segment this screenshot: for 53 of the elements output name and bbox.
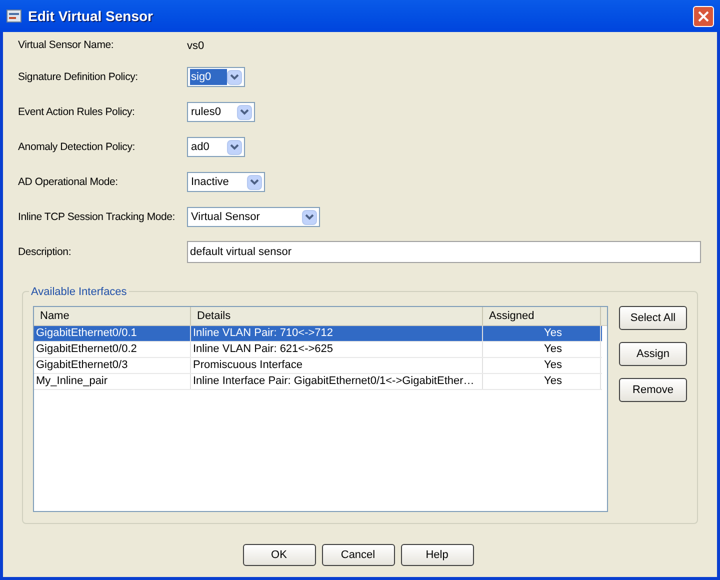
table-cell: Yes — [483, 326, 601, 341]
field-label: Description: — [18, 245, 72, 260]
dropdown[interactable]: ad0 — [187, 137, 245, 157]
dialog-button[interactable]: OK — [242, 544, 316, 566]
dropdown[interactable]: Virtual Sensor — [187, 207, 320, 227]
field-label: Anomaly Detection Policy: — [18, 140, 136, 155]
description-field[interactable]: default virtual sensor — [187, 241, 701, 263]
dropdown-value: Inactive — [190, 174, 230, 190]
dropdown[interactable]: sig0 — [187, 67, 245, 87]
column-header[interactable]: Name — [34, 307, 191, 325]
table-row[interactable]: GigabitEthernet0/0.2 Inline VLAN Pair: 621<->625 Yes — [34, 342, 602, 358]
dialog-button[interactable]: Remove — [619, 378, 687, 402]
dialog-button[interactable]: Help — [400, 544, 474, 566]
dialog-button[interactable]: Cancel — [322, 544, 394, 566]
close-icon — [698, 10, 709, 22]
table-row[interactable]: My_Inline_pair Inline Interface Pair: GigabitEthernet0/1<->GigabitEther… Yes — [34, 374, 602, 390]
table-cell: Yes — [483, 358, 601, 373]
table-cell: Inline VLAN Pair: 710<->712 — [191, 326, 483, 341]
dropdown-value: rules0 — [190, 104, 222, 120]
table-cell: Inline Interface Pair: GigabitEthernet0/1<->GigabitEther… — [191, 374, 483, 389]
app-icon — [6, 8, 22, 24]
field-value: vs0 — [187, 39, 204, 54]
table-cell: GigabitEthernet0/3 — [34, 358, 191, 373]
window-title: Edit Virtual Sensor — [28, 6, 153, 26]
field-label: Inline TCP Session Tracking Mode: — [18, 210, 176, 225]
field-label: AD Operational Mode: — [18, 175, 119, 190]
dropdown-arrow-icon — [227, 70, 242, 84]
dialog-button[interactable]: Assign — [619, 342, 687, 366]
dropdown-value: ad0 — [190, 140, 210, 155]
dropdown-arrow-icon — [302, 210, 317, 224]
table-cell: GigabitEthernet0/0.1 — [34, 326, 191, 341]
dialog-button[interactable]: Select All — [619, 306, 687, 330]
field-label: Signature Definition Policy: — [18, 70, 139, 85]
field-label: Event Action Rules Policy: — [18, 105, 136, 120]
table-cell: Inline VLAN Pair: 621<->625 — [191, 342, 483, 357]
table-cell: Yes — [483, 342, 601, 357]
close-button[interactable] — [693, 6, 714, 26]
column-header[interactable]: Assigned — [483, 307, 601, 325]
dropdown[interactable]: rules0 — [187, 102, 255, 122]
dropdown-value: Virtual Sensor — [190, 210, 261, 225]
table-cell: My_Inline_pair — [34, 374, 191, 389]
table-cell: GigabitEthernet0/0.2 — [34, 342, 191, 357]
table-cell: Promiscuous Interface — [191, 358, 483, 373]
table-row[interactable]: GigabitEthernet0/3 Promiscuous Interface Yes — [34, 358, 602, 374]
table-cell: Yes — [483, 374, 601, 389]
table-row[interactable]: GigabitEthernet0/0.1 Inline VLAN Pair: 710<->712 Yes — [34, 326, 602, 342]
dropdown-arrow-icon — [237, 104, 252, 120]
dropdown[interactable]: Inactive — [187, 172, 265, 192]
dropdown-arrow-icon — [247, 174, 262, 190]
dropdown-arrow-icon — [227, 140, 242, 154]
dropdown-value: sig0 — [190, 68, 227, 86]
field-label: Virtual Sensor Name: — [18, 38, 115, 53]
column-header[interactable]: Details — [191, 307, 483, 325]
